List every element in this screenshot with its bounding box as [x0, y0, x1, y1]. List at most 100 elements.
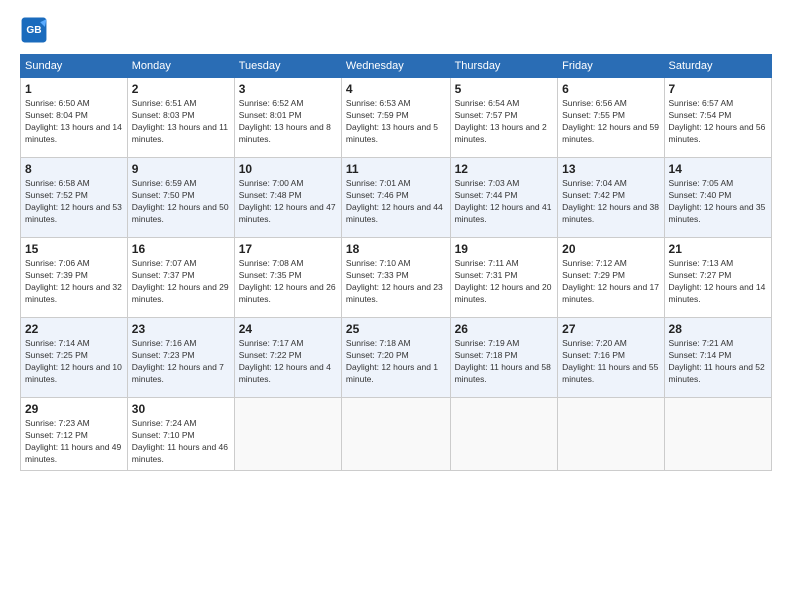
calendar-cell: 28 Sunrise: 7:21 AM Sunset: 7:14 PM Dayl… [664, 318, 771, 398]
calendar-cell: 27 Sunrise: 7:20 AM Sunset: 7:16 PM Dayl… [558, 318, 664, 398]
calendar-cell: 26 Sunrise: 7:19 AM Sunset: 7:18 PM Dayl… [450, 318, 558, 398]
col-header-saturday: Saturday [664, 55, 771, 78]
week-row-3: 15 Sunrise: 7:06 AM Sunset: 7:39 PM Dayl… [21, 238, 772, 318]
day-detail: Sunrise: 7:10 AM Sunset: 7:33 PM Dayligh… [346, 258, 446, 306]
calendar-cell [234, 398, 341, 471]
day-number: 28 [669, 322, 767, 336]
day-detail: Sunrise: 7:24 AM Sunset: 7:10 PM Dayligh… [132, 418, 230, 466]
day-number: 3 [239, 82, 337, 96]
day-detail: Sunrise: 7:18 AM Sunset: 7:20 PM Dayligh… [346, 338, 446, 386]
header-row: SundayMondayTuesdayWednesdayThursdayFrid… [21, 55, 772, 78]
day-detail: Sunrise: 6:59 AM Sunset: 7:50 PM Dayligh… [132, 178, 230, 226]
calendar-cell: 20 Sunrise: 7:12 AM Sunset: 7:29 PM Dayl… [558, 238, 664, 318]
calendar-cell: 5 Sunrise: 6:54 AM Sunset: 7:57 PM Dayli… [450, 78, 558, 158]
calendar-cell: 21 Sunrise: 7:13 AM Sunset: 7:27 PM Dayl… [664, 238, 771, 318]
day-number: 2 [132, 82, 230, 96]
day-detail: Sunrise: 7:03 AM Sunset: 7:44 PM Dayligh… [455, 178, 554, 226]
col-header-monday: Monday [127, 55, 234, 78]
day-number: 21 [669, 242, 767, 256]
day-detail: Sunrise: 6:54 AM Sunset: 7:57 PM Dayligh… [455, 98, 554, 146]
logo-icon: GB [20, 16, 48, 44]
day-detail: Sunrise: 7:23 AM Sunset: 7:12 PM Dayligh… [25, 418, 123, 466]
logo: GB [20, 16, 52, 44]
day-detail: Sunrise: 7:19 AM Sunset: 7:18 PM Dayligh… [455, 338, 554, 386]
week-row-1: 1 Sunrise: 6:50 AM Sunset: 8:04 PM Dayli… [21, 78, 772, 158]
calendar-cell [341, 398, 450, 471]
calendar-cell: 16 Sunrise: 7:07 AM Sunset: 7:37 PM Dayl… [127, 238, 234, 318]
calendar-cell: 17 Sunrise: 7:08 AM Sunset: 7:35 PM Dayl… [234, 238, 341, 318]
calendar-cell: 30 Sunrise: 7:24 AM Sunset: 7:10 PM Dayl… [127, 398, 234, 471]
day-number: 13 [562, 162, 659, 176]
svg-text:GB: GB [26, 25, 41, 36]
col-header-thursday: Thursday [450, 55, 558, 78]
calendar-cell: 24 Sunrise: 7:17 AM Sunset: 7:22 PM Dayl… [234, 318, 341, 398]
calendar-cell: 23 Sunrise: 7:16 AM Sunset: 7:23 PM Dayl… [127, 318, 234, 398]
day-detail: Sunrise: 7:00 AM Sunset: 7:48 PM Dayligh… [239, 178, 337, 226]
week-row-4: 22 Sunrise: 7:14 AM Sunset: 7:25 PM Dayl… [21, 318, 772, 398]
day-number: 11 [346, 162, 446, 176]
day-number: 14 [669, 162, 767, 176]
calendar-cell [558, 398, 664, 471]
calendar-cell [450, 398, 558, 471]
day-number: 10 [239, 162, 337, 176]
week-row-2: 8 Sunrise: 6:58 AM Sunset: 7:52 PM Dayli… [21, 158, 772, 238]
day-number: 18 [346, 242, 446, 256]
day-number: 12 [455, 162, 554, 176]
week-row-5: 29 Sunrise: 7:23 AM Sunset: 7:12 PM Dayl… [21, 398, 772, 471]
calendar-cell: 6 Sunrise: 6:56 AM Sunset: 7:55 PM Dayli… [558, 78, 664, 158]
day-number: 22 [25, 322, 123, 336]
day-detail: Sunrise: 7:07 AM Sunset: 7:37 PM Dayligh… [132, 258, 230, 306]
calendar-cell: 11 Sunrise: 7:01 AM Sunset: 7:46 PM Dayl… [341, 158, 450, 238]
day-number: 30 [132, 402, 230, 416]
col-header-friday: Friday [558, 55, 664, 78]
day-number: 24 [239, 322, 337, 336]
day-number: 20 [562, 242, 659, 256]
day-detail: Sunrise: 7:11 AM Sunset: 7:31 PM Dayligh… [455, 258, 554, 306]
calendar-cell: 1 Sunrise: 6:50 AM Sunset: 8:04 PM Dayli… [21, 78, 128, 158]
day-number: 6 [562, 82, 659, 96]
col-header-sunday: Sunday [21, 55, 128, 78]
calendar-cell: 25 Sunrise: 7:18 AM Sunset: 7:20 PM Dayl… [341, 318, 450, 398]
day-number: 4 [346, 82, 446, 96]
day-number: 1 [25, 82, 123, 96]
calendar-cell: 10 Sunrise: 7:00 AM Sunset: 7:48 PM Dayl… [234, 158, 341, 238]
day-detail: Sunrise: 7:04 AM Sunset: 7:42 PM Dayligh… [562, 178, 659, 226]
calendar-cell: 19 Sunrise: 7:11 AM Sunset: 7:31 PM Dayl… [450, 238, 558, 318]
day-detail: Sunrise: 7:06 AM Sunset: 7:39 PM Dayligh… [25, 258, 123, 306]
day-number: 17 [239, 242, 337, 256]
day-detail: Sunrise: 7:20 AM Sunset: 7:16 PM Dayligh… [562, 338, 659, 386]
calendar-table: SundayMondayTuesdayWednesdayThursdayFrid… [20, 54, 772, 471]
day-detail: Sunrise: 7:01 AM Sunset: 7:46 PM Dayligh… [346, 178, 446, 226]
day-number: 29 [25, 402, 123, 416]
day-number: 16 [132, 242, 230, 256]
day-detail: Sunrise: 7:12 AM Sunset: 7:29 PM Dayligh… [562, 258, 659, 306]
day-detail: Sunrise: 6:50 AM Sunset: 8:04 PM Dayligh… [25, 98, 123, 146]
day-detail: Sunrise: 7:17 AM Sunset: 7:22 PM Dayligh… [239, 338, 337, 386]
day-detail: Sunrise: 6:57 AM Sunset: 7:54 PM Dayligh… [669, 98, 767, 146]
calendar-cell: 8 Sunrise: 6:58 AM Sunset: 7:52 PM Dayli… [21, 158, 128, 238]
calendar-cell: 7 Sunrise: 6:57 AM Sunset: 7:54 PM Dayli… [664, 78, 771, 158]
day-detail: Sunrise: 7:05 AM Sunset: 7:40 PM Dayligh… [669, 178, 767, 226]
day-number: 19 [455, 242, 554, 256]
calendar-cell: 14 Sunrise: 7:05 AM Sunset: 7:40 PM Dayl… [664, 158, 771, 238]
header: GB [20, 16, 772, 44]
calendar-cell: 3 Sunrise: 6:52 AM Sunset: 8:01 PM Dayli… [234, 78, 341, 158]
calendar-cell: 15 Sunrise: 7:06 AM Sunset: 7:39 PM Dayl… [21, 238, 128, 318]
day-detail: Sunrise: 6:58 AM Sunset: 7:52 PM Dayligh… [25, 178, 123, 226]
calendar-cell: 2 Sunrise: 6:51 AM Sunset: 8:03 PM Dayli… [127, 78, 234, 158]
day-detail: Sunrise: 7:14 AM Sunset: 7:25 PM Dayligh… [25, 338, 123, 386]
calendar-cell: 9 Sunrise: 6:59 AM Sunset: 7:50 PM Dayli… [127, 158, 234, 238]
day-number: 7 [669, 82, 767, 96]
col-header-wednesday: Wednesday [341, 55, 450, 78]
day-detail: Sunrise: 7:16 AM Sunset: 7:23 PM Dayligh… [132, 338, 230, 386]
calendar-cell: 4 Sunrise: 6:53 AM Sunset: 7:59 PM Dayli… [341, 78, 450, 158]
calendar-cell [664, 398, 771, 471]
calendar-cell: 29 Sunrise: 7:23 AM Sunset: 7:12 PM Dayl… [21, 398, 128, 471]
day-number: 23 [132, 322, 230, 336]
day-detail: Sunrise: 7:21 AM Sunset: 7:14 PM Dayligh… [669, 338, 767, 386]
day-detail: Sunrise: 6:53 AM Sunset: 7:59 PM Dayligh… [346, 98, 446, 146]
day-number: 26 [455, 322, 554, 336]
calendar-cell: 12 Sunrise: 7:03 AM Sunset: 7:44 PM Dayl… [450, 158, 558, 238]
day-number: 25 [346, 322, 446, 336]
day-number: 27 [562, 322, 659, 336]
